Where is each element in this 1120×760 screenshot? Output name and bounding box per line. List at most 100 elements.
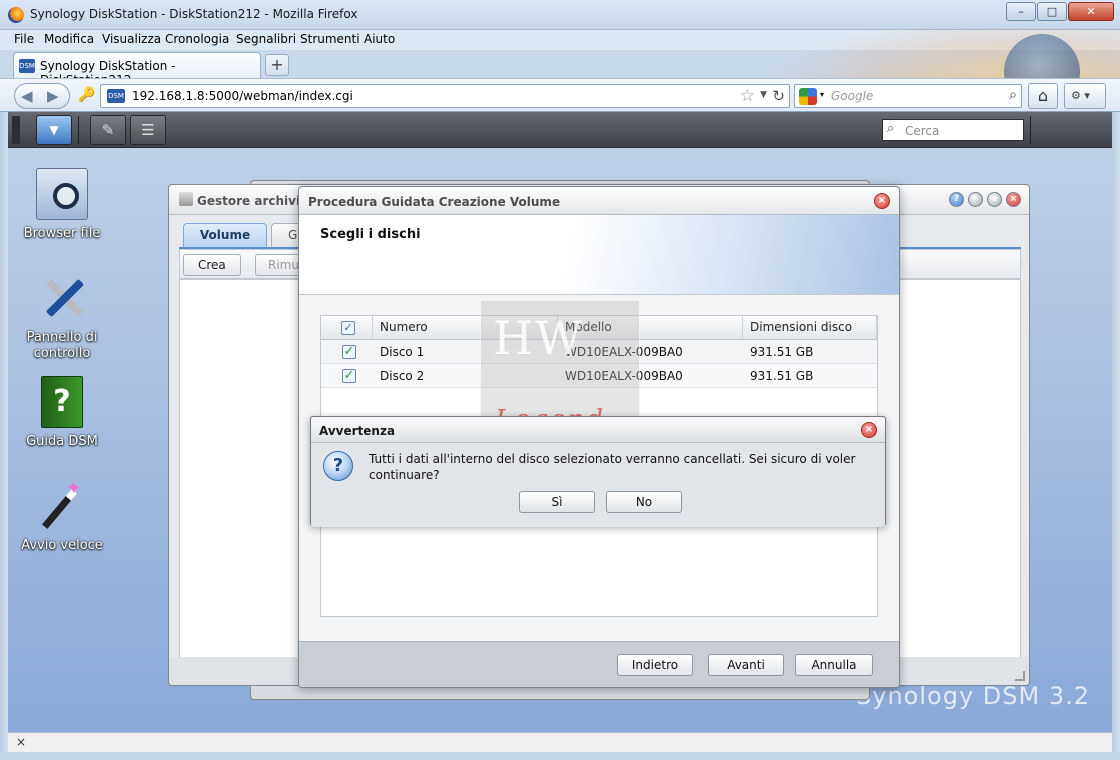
quick-start-taskbar-icon[interactable]: ✎ <box>90 115 126 145</box>
url-text[interactable]: 192.168.1.8:5000/webman/index.cgi <box>132 89 353 103</box>
browser-titlebar: Synology DiskStation - DiskStation212 - … <box>0 0 1120 30</box>
help-book-icon: ? <box>41 376 83 428</box>
desktop-icon-label: Browser file <box>23 226 101 241</box>
resize-grip-icon[interactable] <box>1015 671 1025 681</box>
wizard-titlebar[interactable]: Procedura Guidata Creazione Volume × <box>299 187 899 215</box>
window-frame-bottom <box>0 752 1120 760</box>
desktop-icon-label: Guida DSM <box>26 434 98 449</box>
search-icon[interactable]: ⌕ <box>1009 87 1017 103</box>
file-browser-icon <box>36 168 88 220</box>
taskbar-separator <box>78 116 79 144</box>
back-arrow-icon[interactable]: ◀ <box>21 87 33 105</box>
browser-status-bar: × <box>8 732 1112 752</box>
menu-cronologia[interactable]: Cronologia <box>165 32 229 46</box>
maximize-button[interactable]: □ <box>1037 2 1067 21</box>
search-placeholder: Google <box>831 89 874 103</box>
menu-segnalibri[interactable]: Segnalibri <box>236 32 296 46</box>
no-button[interactable]: No <box>606 491 682 513</box>
storage-manager-taskbar-icon[interactable]: ☰ <box>130 115 166 145</box>
minimize-button[interactable]: – <box>1006 2 1036 21</box>
question-icon: ? <box>323 451 353 481</box>
disk-checkbox-1[interactable]: ✓ <box>342 345 356 359</box>
quick-start-wand-icon <box>36 478 88 532</box>
disk-checkbox-2[interactable]: ✓ <box>342 369 356 383</box>
storage-manager-icon <box>179 192 193 206</box>
help-icon[interactable]: ? <box>949 192 964 207</box>
taskbar-grip <box>12 116 20 144</box>
desktop-icon-quick-start[interactable]: Avvio veloce <box>10 478 114 554</box>
menu-visualizza[interactable]: Visualizza <box>102 32 161 46</box>
tab-volume[interactable]: Volume <box>183 223 267 247</box>
wizard-banner: Scegli i dischi <box>299 215 899 295</box>
forward-arrow-icon[interactable]: ▶ <box>47 87 59 105</box>
select-all-checkbox[interactable]: ✓ <box>341 321 355 335</box>
watermark-logo-top: HW <box>493 311 585 365</box>
main-menu-button[interactable]: ▼ <box>36 115 72 145</box>
menu-modifica[interactable]: Modifica <box>44 32 94 46</box>
warning-title: Avvertenza <box>319 424 396 438</box>
dsm-search-placeholder: Cerca <box>905 124 940 138</box>
address-bar[interactable]: DSM 192.168.1.8:5000/webman/index.cgi ☆ … <box>100 84 790 108</box>
close-window-button[interactable]: ✕ <box>1068 2 1114 21</box>
next-button[interactable]: Avanti <box>708 654 784 676</box>
dsm-favicon-icon: DSM <box>19 59 35 73</box>
menu-file[interactable]: File <box>14 32 34 46</box>
home-button[interactable]: ⌂ <box>1028 83 1058 109</box>
disk-number: Disco 1 <box>380 345 425 359</box>
addon-menu-button[interactable]: ⚙ ▾ <box>1064 83 1106 109</box>
back-button[interactable]: Indietro <box>617 654 693 676</box>
warning-titlebar[interactable]: Avvertenza × <box>311 417 885 443</box>
google-logo-icon[interactable] <box>799 88 817 105</box>
column-dimensioni[interactable]: Dimensioni disco <box>743 316 877 340</box>
search-icon: ⌕ <box>887 121 895 136</box>
close-icon[interactable]: × <box>1006 192 1021 207</box>
bookmark-star-icon[interactable]: ☆ <box>740 86 755 106</box>
desktop-icon-help[interactable]: ? Guida DSM <box>10 376 114 450</box>
search-engine-dropdown-icon[interactable]: ▾ <box>820 90 824 99</box>
maximize-icon[interactable]: + <box>987 192 1002 207</box>
storage-manager-title: Gestore archivi <box>197 194 301 208</box>
navigation-toolbar: ◀ ▶ 🔑 DSM 192.168.1.8:5000/webman/index.… <box>0 78 1120 112</box>
menu-bar: File Modifica Visualizza Cronologia Segn… <box>0 30 1120 50</box>
disk-size: 931.51 GB <box>750 345 814 359</box>
window-frame-left <box>0 112 8 760</box>
url-dropdown-icon[interactable]: ▼ <box>760 90 767 100</box>
wizard-footer: Indietro Avanti Annulla <box>299 641 899 687</box>
disk-number: Disco 2 <box>380 369 425 383</box>
menu-strumenti[interactable]: Strumenti <box>300 32 360 46</box>
firefox-logo-icon <box>8 7 24 23</box>
dsm-search-input[interactable]: ⌕ Cerca <box>882 119 1024 141</box>
minimize-icon[interactable]: – <box>968 192 983 207</box>
warning-close-icon[interactable]: × <box>861 422 877 438</box>
cancel-button[interactable]: Annulla <box>795 654 873 676</box>
wizard-close-icon[interactable]: × <box>874 193 890 209</box>
site-identity-key-icon[interactable]: 🔑 <box>78 87 95 103</box>
desktop-icon-control-panel[interactable]: Pannello di controllo <box>10 272 114 362</box>
disk-size: 931.51 GB <box>750 369 814 383</box>
window-frame-right <box>1112 112 1120 760</box>
desktop-icon-browser-file[interactable]: Browser file <box>10 168 114 242</box>
desktop-icon-label: Pannello di controllo <box>26 330 98 361</box>
new-tab-button[interactable]: + <box>265 54 289 76</box>
search-box[interactable]: ▾ Google ⌕ <box>794 84 1022 108</box>
window-title: Synology DiskStation - DiskStation212 - … <box>30 7 358 21</box>
wizard-step-heading: Scegli i dischi <box>320 227 421 242</box>
warning-body: ? Tutti i dati all'interno del disco sel… <box>311 443 885 527</box>
browser-tab-active[interactable]: DSM Synology DiskStation - DiskStation21… <box>13 52 261 87</box>
warning-message: Tutti i dati all'interno del disco selez… <box>369 452 856 482</box>
close-addon-bar-icon[interactable]: × <box>16 735 26 749</box>
warning-dialog: Avvertenza × ? Tutti i dati all'interno … <box>310 416 886 527</box>
create-button[interactable]: Crea <box>183 254 241 276</box>
control-panel-icon <box>36 272 88 324</box>
dsm-taskbar: ▼ ✎ ☰ ⌕ Cerca <box>8 112 1112 148</box>
yes-button[interactable]: Sì <box>519 491 595 513</box>
reload-icon[interactable]: ↻ <box>772 87 785 105</box>
back-forward-buttons: ◀ ▶ <box>14 83 70 109</box>
dsm-favicon-icon: DSM <box>107 89 125 103</box>
storage-manager-controls: ? – + × <box>945 192 1021 207</box>
menu-aiuto[interactable]: Aiuto <box>364 32 395 46</box>
taskbar-separator <box>1030 116 1031 144</box>
wizard-title: Procedura Guidata Creazione Volume <box>308 195 561 209</box>
tab-bar: DSM Synology DiskStation - DiskStation21… <box>0 50 1120 87</box>
desktop-icon-label: Avvio veloce <box>21 538 103 553</box>
